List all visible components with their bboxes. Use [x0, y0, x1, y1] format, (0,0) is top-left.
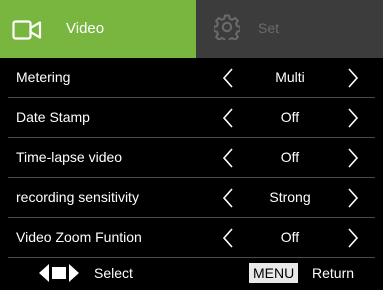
return-hint-label: Return — [312, 265, 355, 281]
chevron-left-icon[interactable] — [220, 67, 236, 89]
chevron-left-icon[interactable] — [220, 147, 236, 169]
setting-value: Off — [280, 109, 300, 125]
video-camera-icon — [12, 20, 42, 40]
camera-menu-screen: Video Set Metering Multi Date Stamp Off — [0, 0, 383, 290]
settings-list: Metering Multi Date Stamp Off Time-lapse… — [0, 58, 383, 258]
tab-set[interactable]: Set — [196, 0, 383, 58]
setting-name: Metering — [16, 69, 71, 85]
chevron-right-icon[interactable] — [345, 187, 361, 209]
setting-row-date-stamp[interactable]: Date Stamp Off — [8, 98, 375, 138]
chevron-right-icon[interactable] — [345, 147, 361, 169]
setting-value: Multi — [275, 69, 305, 85]
setting-value: Off — [280, 229, 300, 245]
setting-name: Video Zoom Funtion — [16, 229, 142, 245]
setting-name: Time-lapse video — [16, 149, 123, 165]
tab-video[interactable]: Video — [0, 0, 196, 58]
setting-row-video-zoom[interactable]: Video Zoom Funtion Off — [8, 218, 375, 258]
tab-video-label: Video — [66, 20, 105, 37]
footer-hints: Select MENU Return — [0, 258, 383, 290]
chevron-left-icon[interactable] — [220, 107, 236, 129]
setting-row-time-lapse[interactable]: Time-lapse video Off — [8, 138, 375, 178]
left-right-arrows-icon — [39, 264, 79, 282]
setting-row-metering[interactable]: Metering Multi — [8, 58, 375, 98]
chevron-right-icon[interactable] — [345, 67, 361, 89]
tab-bar: Video Set — [0, 0, 383, 58]
setting-name: recording sensitivity — [16, 189, 139, 205]
tab-set-label: Set — [258, 20, 280, 36]
setting-value: Strong — [269, 189, 311, 205]
setting-row-recording-sensitivity[interactable]: recording sensitivity Strong — [8, 178, 375, 218]
setting-value: Off — [280, 149, 300, 165]
setting-name: Date Stamp — [16, 109, 90, 125]
gear-icon — [214, 14, 240, 40]
chevron-right-icon[interactable] — [345, 107, 361, 129]
chevron-left-icon[interactable] — [220, 187, 236, 209]
select-hint-label: Select — [94, 265, 133, 281]
menu-key-badge: MENU — [249, 263, 299, 283]
chevron-right-icon[interactable] — [345, 227, 361, 249]
chevron-left-icon[interactable] — [220, 227, 236, 249]
